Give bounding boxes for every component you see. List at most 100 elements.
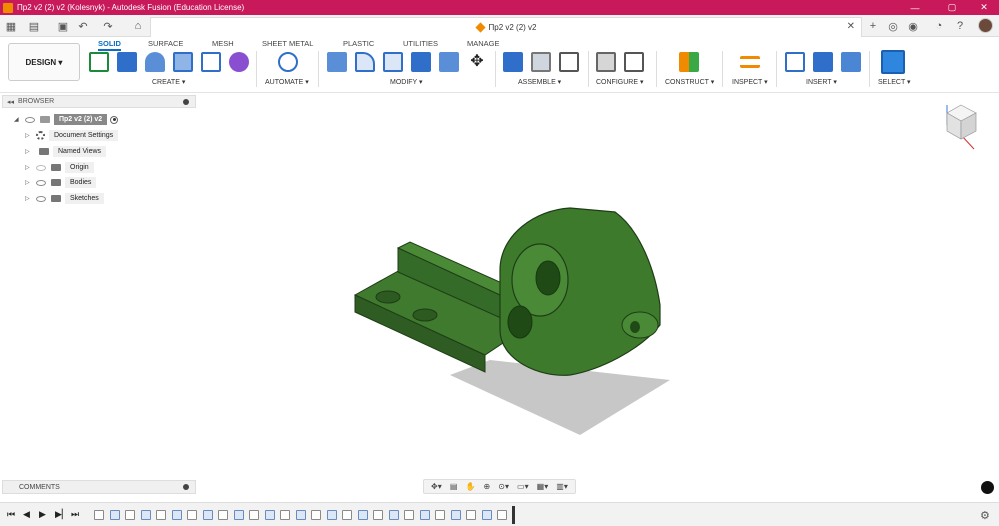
configure-icon[interactable]	[596, 52, 616, 72]
revolve-icon[interactable]	[145, 52, 165, 72]
minimize-button[interactable]: —	[900, 0, 930, 15]
timeline-feature[interactable]	[311, 510, 321, 520]
form-icon[interactable]	[229, 52, 249, 72]
timeline-settings-icon[interactable]: ⚙	[980, 509, 990, 522]
pin-icon[interactable]	[183, 98, 189, 105]
timeline-feature[interactable]	[156, 510, 166, 520]
tab-surface[interactable]: SURFACE	[148, 39, 183, 48]
expand-icon[interactable]: ▷	[25, 148, 33, 155]
timeline-feature[interactable]	[218, 510, 228, 520]
timeline-feature[interactable]	[373, 510, 383, 520]
timeline-feature[interactable]	[342, 510, 352, 520]
hole-icon[interactable]	[173, 52, 193, 72]
notification-icon[interactable]	[981, 481, 994, 494]
timeline-feature[interactable]	[388, 510, 399, 520]
timeline-feature[interactable]	[435, 510, 445, 520]
pan-icon[interactable]: ✋	[465, 482, 475, 491]
create-menu[interactable]: CREATE ▾	[152, 78, 185, 86]
canvas-image-icon[interactable]	[841, 52, 861, 72]
grid-icon[interactable]: ▦	[4, 19, 18, 33]
timeline-feature[interactable]	[187, 510, 197, 520]
help-icon[interactable]: ?	[953, 19, 967, 33]
modify-menu[interactable]: MODIFY ▾	[390, 78, 423, 86]
select-icon[interactable]	[881, 50, 905, 74]
fillet-icon[interactable]	[355, 52, 375, 72]
display-settings-icon[interactable]: ▭▾	[517, 482, 529, 491]
construct-menu[interactable]: CONSTRUCT ▾	[665, 78, 714, 86]
inspect-menu[interactable]: INSPECT ▾	[732, 78, 768, 86]
timeline-feature[interactable]	[295, 510, 306, 520]
assemble-menu[interactable]: ASSEMBLE ▾	[518, 78, 561, 86]
timeline-feature[interactable]	[233, 510, 244, 520]
fit-icon[interactable]: ⊙▾	[498, 482, 509, 491]
timeline-feature[interactable]	[466, 510, 476, 520]
timeline-feature[interactable]	[326, 510, 337, 520]
timeline-feature[interactable]	[264, 510, 275, 520]
automate-icon[interactable]	[278, 52, 298, 72]
timeline-feature[interactable]	[202, 510, 213, 520]
timeline-feature[interactable]	[94, 510, 104, 520]
tab-sheet-metal[interactable]: SHEET METAL	[262, 39, 313, 48]
user-avatar[interactable]	[978, 18, 993, 33]
timeline-feature[interactable]	[357, 510, 368, 520]
visibility-eye-icon[interactable]	[36, 179, 46, 186]
timeline-feature[interactable]	[481, 510, 492, 520]
timeline-feature[interactable]	[171, 510, 182, 520]
browser-item-origin[interactable]: ▷ Origin	[25, 161, 94, 174]
extensions-icon[interactable]: ◎	[886, 19, 900, 33]
timeline-feature[interactable]	[249, 510, 259, 520]
timeline-feature[interactable]	[419, 510, 430, 520]
look-at-icon[interactable]: ▤	[450, 482, 458, 491]
close-tab-icon[interactable]: ✕	[847, 21, 855, 32]
browser-panel-header[interactable]: ◂◂ BROWSER	[2, 95, 196, 108]
pattern-icon[interactable]	[201, 52, 221, 72]
configuration-table-icon[interactable]	[624, 52, 644, 72]
undo-icon[interactable]: ↶	[76, 19, 90, 33]
insert-derive-icon[interactable]	[785, 52, 805, 72]
expand-icon[interactable]: ▷	[25, 195, 33, 202]
go-to-start-icon[interactable]: ⏮	[7, 509, 15, 520]
zoom-icon[interactable]: ⊕	[483, 482, 490, 491]
tab-mesh[interactable]: MESH	[212, 39, 234, 48]
browser-item-named-views[interactable]: ▷ Named Views	[25, 145, 107, 158]
step-forward-icon[interactable]: ▶▏	[55, 509, 69, 520]
tab-manage[interactable]: MANAGE	[467, 39, 500, 48]
document-tab[interactable]: Пр2 v2 (2) v2 ✕	[150, 17, 862, 37]
timeline-feature[interactable]	[497, 510, 507, 520]
timeline-feature[interactable]	[280, 510, 290, 520]
offset-plane-icon[interactable]	[679, 52, 699, 72]
add-comment-icon[interactable]	[183, 484, 189, 490]
grid-settings-icon[interactable]: ▦▾	[537, 482, 549, 491]
activate-radio-icon[interactable]	[110, 115, 119, 124]
go-to-end-icon[interactable]: ⏭	[71, 509, 79, 520]
measure-icon[interactable]	[740, 56, 760, 68]
tab-utilities[interactable]: UTILITIES	[403, 39, 438, 48]
viewports-icon[interactable]: ▥▾	[556, 482, 568, 491]
step-back-icon[interactable]: ◀	[23, 509, 30, 520]
extrude-icon[interactable]	[117, 52, 137, 72]
timeline-marker[interactable]	[512, 506, 515, 524]
tab-solid[interactable]: SOLID	[98, 39, 121, 51]
orbit-icon[interactable]: ✥▾	[431, 482, 442, 491]
timeline-feature[interactable]	[450, 510, 461, 520]
timeline-track[interactable]	[94, 508, 512, 524]
insert-mesh-icon[interactable]	[813, 52, 833, 72]
browser-item-document-settings[interactable]: ▷ Document Settings	[25, 129, 119, 142]
create-sketch-icon[interactable]	[89, 52, 109, 72]
save-icon[interactable]: ▣	[56, 19, 70, 33]
expand-icon[interactable]: ▷	[25, 179, 33, 186]
redo-icon[interactable]: ↷	[101, 19, 115, 33]
timeline-feature[interactable]	[140, 510, 151, 520]
move-icon[interactable]: ✥	[467, 52, 487, 72]
insert-menu[interactable]: INSERT ▾	[806, 78, 837, 86]
chamfer-icon[interactable]	[383, 52, 403, 72]
combine-icon[interactable]	[439, 52, 459, 72]
new-component-icon[interactable]	[503, 52, 523, 72]
comments-panel[interactable]: COMMENTS	[2, 480, 196, 494]
expand-icon[interactable]: ▷	[25, 164, 33, 171]
select-menu[interactable]: SELECT ▾	[878, 78, 911, 86]
shell-icon[interactable]	[411, 52, 431, 72]
visibility-eye-icon[interactable]	[36, 195, 46, 202]
timeline-feature[interactable]	[125, 510, 135, 520]
timeline-feature[interactable]	[404, 510, 414, 520]
